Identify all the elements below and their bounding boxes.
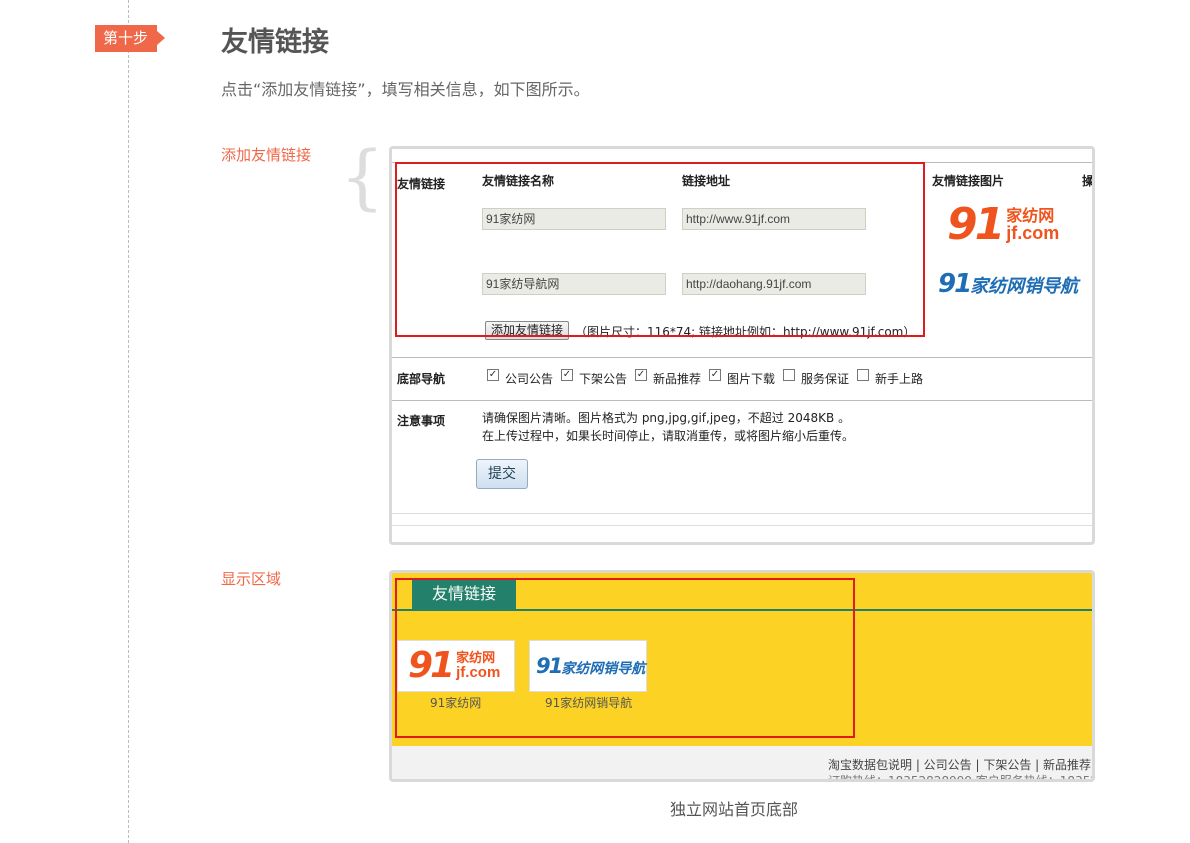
footer-links[interactable]: 淘宝数据包说明 | 公司公告 | 下架公告 | 新品推荐 [828,756,1091,773]
highlight-box [395,162,925,337]
display-area-preview: 友情链接 91 家纺网 jf.com 91家纺网 91 家纺网销导航 91家纺网… [389,570,1095,782]
logo-number: 91 [947,199,1005,250]
checkbox-new-products[interactable]: ✓ [635,369,647,381]
step-badge: 第十步 [95,25,166,52]
notes-label: 注意事项 [397,414,446,428]
note-line: 请确保图片清晰。图片格式为 png,jpg,gif,jpeg，不超过 2048K… [482,411,851,425]
bottom-nav-label: 底部导航 [397,372,446,386]
divider [392,400,1092,401]
checkbox-service-guarantee[interactable] [783,369,795,381]
jf-logo-image[interactable]: 91 家纺网 jf.com [947,199,1059,250]
checkbox-label: 新品推荐 [653,372,702,386]
checkbox-company-notice[interactable]: ✓ [487,369,499,381]
timeline-dashed-line [128,0,129,843]
checkbox-label: 图片下载 [727,372,776,386]
nav-logo-image[interactable]: 91 家纺网销导航 [938,269,1078,299]
checkbox-label: 公司公告 [505,372,554,386]
footer-hotline: 订购热线：18352828999 客户服务热线：18352 [828,774,1095,782]
brace-decoration: { [340,136,385,218]
highlight-box [395,578,855,738]
submit-button[interactable]: 提交 [476,459,528,489]
add-section-label: 添加友情链接 [221,146,312,164]
col-header-operation: 操 [1082,174,1095,188]
friend-link-form: 友情链接 友情链接名称 链接地址 友情链接图片 操 91家纺网 http://w… [389,146,1095,545]
checkbox-delist-notice[interactable]: ✓ [561,369,573,381]
checkbox-label: 下架公告 [579,372,628,386]
divider [392,525,1092,526]
display-section-label: 显示区域 [221,570,282,588]
logo-cn-text: 家纺网销导航 [970,276,1079,297]
checkbox-beginner-guide[interactable] [857,369,869,381]
checkbox-label: 服务保证 [801,372,850,386]
logo-cn-text: 家纺网 [1006,205,1055,225]
checkbox-label: 新手上路 [875,372,924,386]
logo-number: 91 [938,269,972,299]
col-header-image: 友情链接图片 [932,174,1005,188]
checkbox-image-download[interactable]: ✓ [709,369,721,381]
divider [392,513,1092,514]
logo-en-text: jf.com [1006,222,1060,243]
divider [392,357,1092,358]
note-line: 在上传过程中，如果长时间停止，请取消重传，或将图片缩小后重传。 [482,429,855,443]
figure-caption: 独立网站首页底部 [670,800,799,819]
step-description: 点击“添加友情链接”，填写相关信息，如下图所示。 [221,80,590,99]
step-title: 友情链接 [221,27,329,58]
